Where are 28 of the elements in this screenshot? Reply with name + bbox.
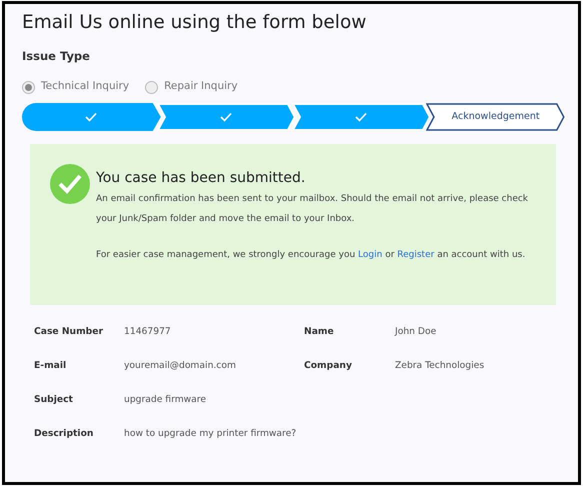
check-icon [220,112,232,122]
detail-label: Name [304,325,335,339]
detail-label: E-mail [34,358,68,373]
success-title: You case has been submitted. [96,169,306,188]
step-label: Acknowledgement [452,110,540,124]
check-circle-icon [50,164,90,204]
radio-button[interactable] [145,80,158,94]
detail-label: Subject [34,392,74,407]
detail-label: Description [34,426,94,440]
radio-label: Repair Inquiry [164,79,238,94]
detail-label: Company [304,358,353,373]
detail-value: how to upgrade my printer firmware? [124,426,298,440]
radio-button[interactable] [22,80,35,94]
check-icon [354,112,367,122]
check-icon [85,112,98,122]
field-label: Issue Type [22,48,91,66]
detail-value: upgrade firmware [124,392,208,407]
detail-value: Zebra Technologies [395,358,486,373]
radio-label: Technical Inquiry [41,79,130,94]
register-link[interactable]: Register [397,250,434,260]
page-heading: Email Us online using the form below [22,12,368,34]
login-link[interactable]: Login [358,250,382,260]
success-prompt: For easier case management, we strongly encourage you Login or Register an account with us. [96,249,526,262]
detail-value: John Doe [395,325,438,339]
detail-label: Case Number [34,325,104,339]
success-message: An email confirmation has been sent to your mailbox. Should the email not arrive, please check your Junk/Spam folder and move the email to your Inbox. [96,193,530,226]
detail-value: youremail@domain.com [124,358,237,373]
detail-value: 11467977 [124,325,172,339]
